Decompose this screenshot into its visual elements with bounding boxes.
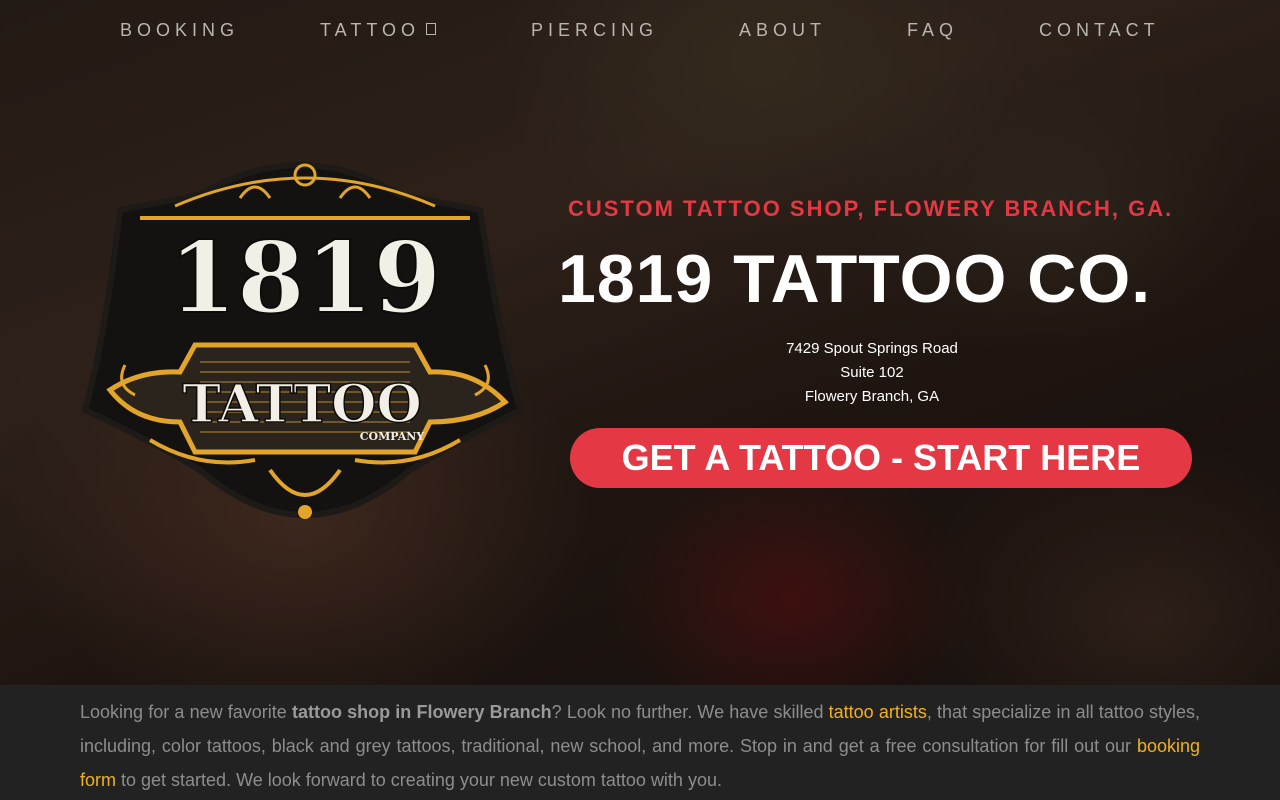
nav-tattoo[interactable]: TATTOO — [320, 20, 436, 41]
logo-emblem: 1819 TATTOO COMPANY — [81, 162, 524, 519]
svg-text:1819: 1819 — [169, 221, 442, 336]
shop-logo[interactable]: 1819 TATTOO COMPANY — [80, 140, 530, 540]
intro-text-1: Looking for a new favorite — [80, 702, 292, 722]
nav-booking[interactable]: BOOKING — [120, 20, 239, 41]
nav-piercing[interactable]: PIERCING — [531, 20, 658, 41]
tattoo-artists-link[interactable]: tattoo artists — [829, 702, 927, 722]
nav-tattoo-label: TATTOO — [320, 20, 420, 40]
dropdown-box-icon — [426, 23, 436, 35]
intro-bold-shop: tattoo shop in Flowery Branch — [291, 702, 552, 722]
nav-contact[interactable]: CONTACT — [1039, 20, 1160, 41]
intro-text-2: ? Look no further. We have skilled — [551, 702, 829, 722]
svg-text:TATTOO: TATTOO — [182, 374, 421, 435]
page-title: 1819 TATTOO CO. — [558, 241, 1152, 317]
nav-about[interactable]: ABOUT — [739, 20, 826, 41]
shop-address: 7429 Spout Springs Road Suite 102 Flower… — [732, 337, 1012, 409]
address-line-suite: Suite 102 — [840, 364, 904, 381]
address-line-street: 7429 Spout Springs Road — [786, 340, 958, 357]
hero-tagline: CUSTOM TATTOO SHOP, FLOWERY BRANCH, GA. — [568, 196, 1174, 221]
address-line-city: Flowery Branch, GA — [804, 388, 940, 405]
nav-faq[interactable]: FAQ — [907, 20, 958, 41]
intro-section: Looking for a new favorite tattoo shop i… — [0, 685, 1280, 800]
main-nav: BOOKING TATTOO PIERCING ABOUT FAQ CONTAC… — [0, 20, 1280, 46]
get-a-tattoo-button[interactable]: GET A TATTOO - START HERE — [570, 428, 1192, 488]
intro-paragraph: Looking for a new favorite tattoo shop i… — [80, 695, 1200, 797]
intro-text-4: to get started. We look forward to creat… — [116, 770, 722, 790]
svg-text:COMPANY: COMPANY — [360, 430, 425, 443]
hero-section: BOOKING TATTOO PIERCING ABOUT FAQ CONTAC… — [0, 0, 1280, 685]
